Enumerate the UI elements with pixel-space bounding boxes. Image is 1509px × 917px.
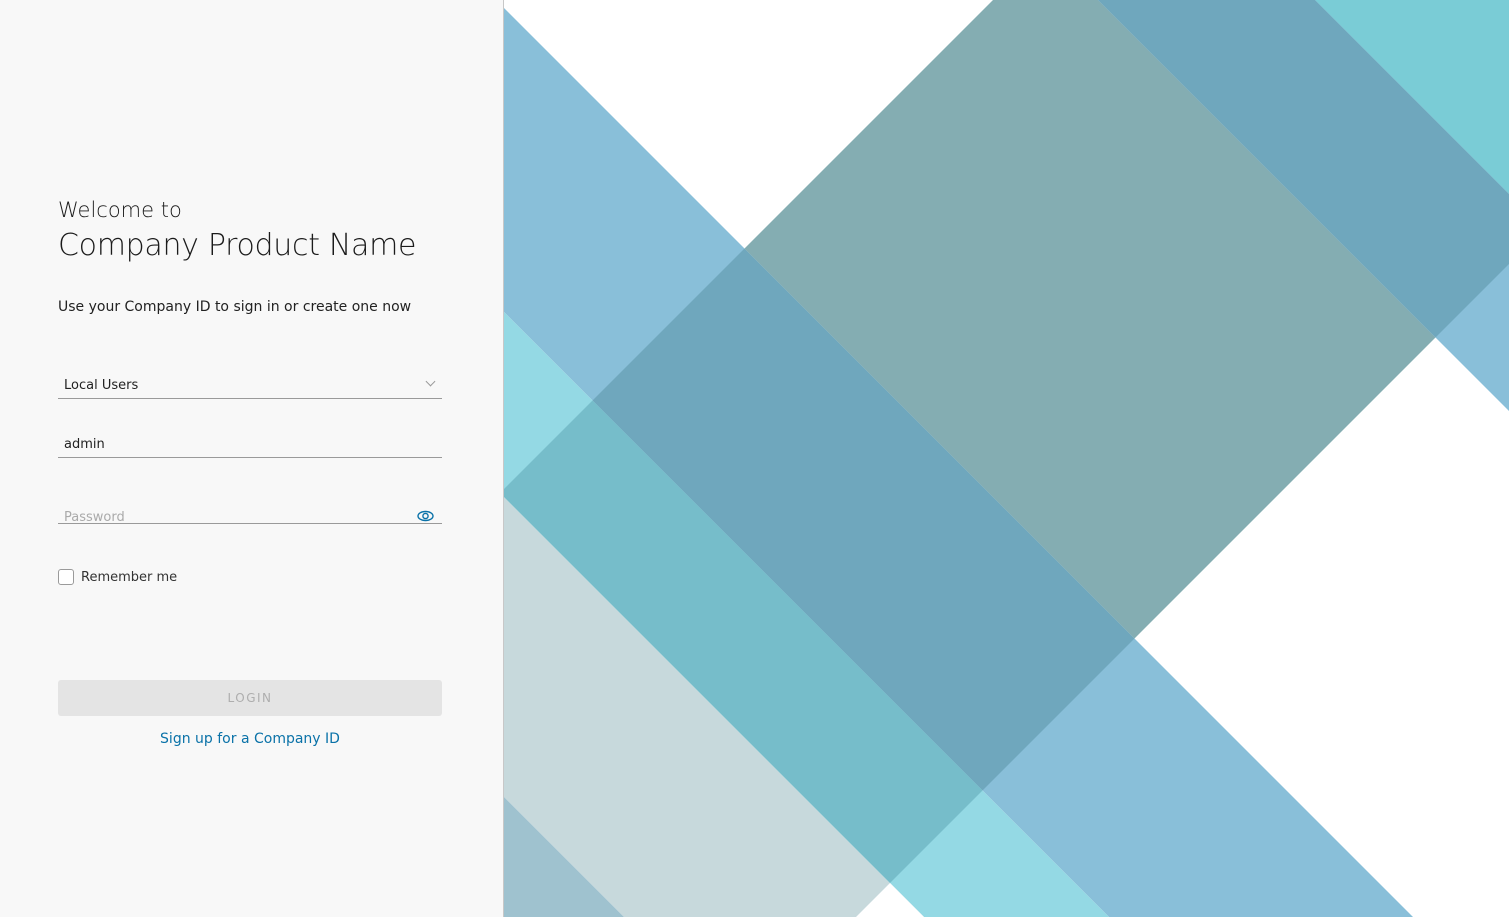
- domain-select[interactable]: Local Users: [58, 370, 442, 399]
- eye-icon[interactable]: [417, 510, 434, 522]
- password-input[interactable]: Password: [58, 500, 442, 525]
- signup-link[interactable]: Sign up for a Company ID: [58, 731, 442, 747]
- welcome-text: Welcome to: [58, 198, 182, 222]
- login-button[interactable]: LOGIN: [58, 680, 442, 716]
- remember-me[interactable]: Remember me: [58, 569, 177, 585]
- domain-select-value: Local Users: [64, 378, 139, 393]
- chevron-down-icon: [425, 376, 436, 387]
- subtitle: Use your Company ID to sign in or create…: [58, 299, 412, 315]
- login-panel: Welcome to Company Product Name Use your…: [0, 0, 504, 917]
- remember-me-label: Remember me: [81, 569, 178, 585]
- remember-me-checkbox[interactable]: [58, 569, 74, 585]
- product-name: Company Product Name: [58, 228, 417, 263]
- password-placeholder: Password: [64, 510, 125, 525]
- username-value: admin: [64, 437, 105, 452]
- username-input[interactable]: admin: [58, 430, 442, 458]
